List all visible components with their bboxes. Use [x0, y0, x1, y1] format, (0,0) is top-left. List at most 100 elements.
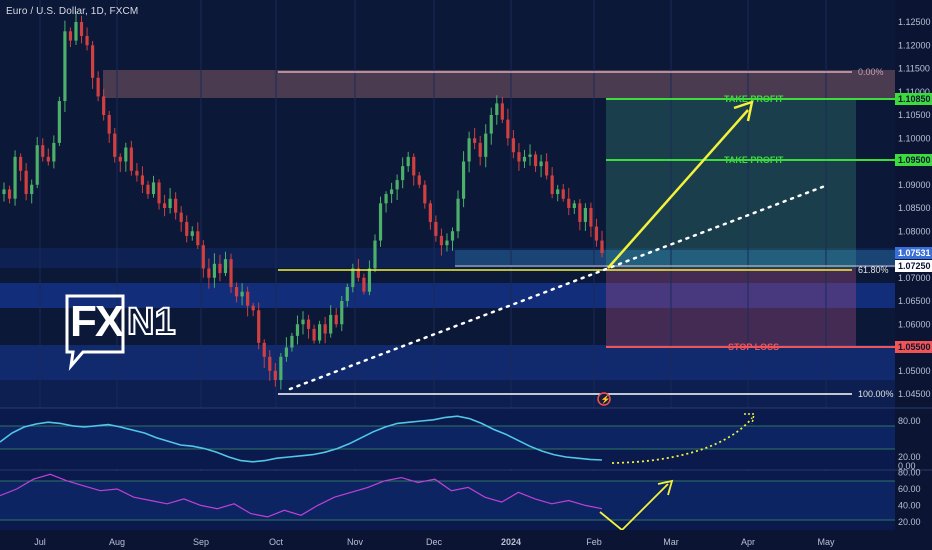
candle-body — [450, 231, 455, 241]
candle-body — [395, 180, 399, 190]
indicator-2-tick-label: 40.00 — [898, 500, 921, 510]
candle-body — [190, 231, 194, 236]
candle-body — [550, 175, 554, 195]
candle-body — [594, 226, 599, 241]
chart-canvas[interactable]: 0.00% 61.80% 100.00% TAKE PROFIT TAKE PR… — [0, 0, 932, 550]
candle-body — [428, 203, 432, 222]
candle-body — [223, 259, 228, 274]
price-tick-label: 1.11500 — [898, 64, 930, 74]
candle-body — [439, 235, 444, 246]
candle-body — [301, 319, 305, 325]
fib-0-label: 0.00% — [858, 67, 884, 77]
candle-body — [240, 291, 244, 297]
candle-body — [162, 203, 167, 208]
candle-body — [329, 314, 333, 334]
price-tick-label: 1.10000 — [898, 133, 931, 143]
stop-loss-label: STOP LOSS — [728, 342, 779, 352]
candle-body — [517, 152, 521, 162]
price-tick-label: 1.06500 — [898, 296, 931, 306]
candle-body — [533, 154, 538, 167]
price-tick-label: 1.04500 — [898, 389, 931, 399]
candle-body — [318, 324, 322, 341]
time-tick-label: Jul — [34, 537, 46, 547]
candle-body — [384, 194, 388, 204]
price-tick-label: 1.08000 — [898, 226, 931, 236]
price-tick-label: 1.08500 — [898, 203, 931, 213]
price-box-current-1-text: 1.07531 — [898, 248, 931, 258]
candle-body — [257, 310, 261, 343]
price-box-tp-upper-text: 1.10850 — [898, 94, 931, 104]
price-box-current-1: 1.07531 — [895, 247, 932, 259]
candle-body — [478, 142, 482, 157]
time-axis-bg — [0, 530, 932, 550]
candle-body — [467, 138, 471, 162]
candle-body — [113, 133, 117, 157]
candle-body — [495, 103, 499, 115]
trading-chart[interactable]: 0.00% 61.80% 100.00% TAKE PROFIT TAKE PR… — [0, 0, 932, 550]
candle-body — [323, 324, 327, 334]
profit-zone — [606, 98, 856, 268]
price-box-tp-upper: 1.10850 — [895, 93, 932, 105]
support-zone — [455, 250, 895, 265]
candle-body — [284, 347, 288, 357]
indicator-2-tick-label: 60.00 — [898, 484, 921, 494]
indicator-2-tick-label: 20.00 — [898, 517, 921, 527]
logo-n1-text: N1 — [126, 300, 177, 344]
candle-body — [46, 156, 50, 162]
candle-body — [511, 138, 516, 153]
candle-body — [500, 103, 504, 120]
candle-body — [539, 161, 543, 167]
candle-body — [85, 35, 89, 46]
candle-body — [578, 203, 582, 222]
candle-body — [528, 154, 532, 157]
time-tick-label: Apr — [741, 537, 755, 547]
candle-body — [90, 45, 95, 78]
candle-body — [600, 240, 604, 254]
candle-body — [57, 101, 61, 143]
symbol-title[interactable]: Euro / U.S. Dollar, 1D, FXCM — [6, 6, 138, 17]
candle-body — [473, 138, 477, 143]
candle-body — [207, 268, 211, 278]
fxn1-logo: FX N1 — [63, 292, 187, 372]
candle-body — [312, 328, 316, 341]
candle-body — [406, 156, 410, 167]
candle-body — [168, 198, 172, 208]
candle-body — [74, 22, 78, 41]
candle-body — [24, 170, 28, 195]
candle-body — [52, 142, 56, 162]
price-box-current-2: 1.07250 — [895, 260, 932, 272]
time-tick-label: Feb — [586, 537, 602, 547]
indicator-1-band — [0, 426, 895, 449]
indicator-1-tick-label: 80.00 — [898, 416, 921, 426]
candle-body — [13, 156, 17, 199]
candle-body — [367, 268, 372, 292]
candle-body — [102, 96, 106, 115]
candle-body — [545, 161, 549, 176]
time-tick-label: Nov — [347, 537, 364, 547]
price-box-stop-loss: 1.05500 — [895, 341, 932, 353]
candle-body — [185, 221, 189, 236]
fib-100-label: 100.00% — [858, 389, 894, 399]
candle-body — [212, 263, 217, 278]
candle-body — [290, 335, 294, 348]
candle-body — [124, 147, 128, 162]
candle-body — [572, 203, 576, 208]
candle-body — [251, 305, 255, 311]
candle-body — [151, 182, 156, 195]
candle-body — [229, 259, 233, 288]
candle-body — [179, 212, 183, 222]
candle-body — [345, 287, 349, 301]
candle-body — [484, 133, 488, 157]
price-tick-label: 1.10500 — [898, 110, 931, 120]
price-tick-label: 1.07000 — [898, 273, 931, 283]
price-tick-label: 1.05000 — [898, 366, 931, 376]
candle-body — [378, 203, 383, 241]
price-box-tp-lower: 1.09500 — [895, 154, 932, 166]
loss-zone — [606, 268, 856, 347]
candle-body — [2, 189, 6, 195]
candle-body — [218, 263, 222, 274]
time-tick-label: 2024 — [501, 537, 521, 547]
candle-body — [140, 175, 145, 185]
candle-body — [129, 147, 133, 171]
candle-body — [461, 161, 466, 199]
